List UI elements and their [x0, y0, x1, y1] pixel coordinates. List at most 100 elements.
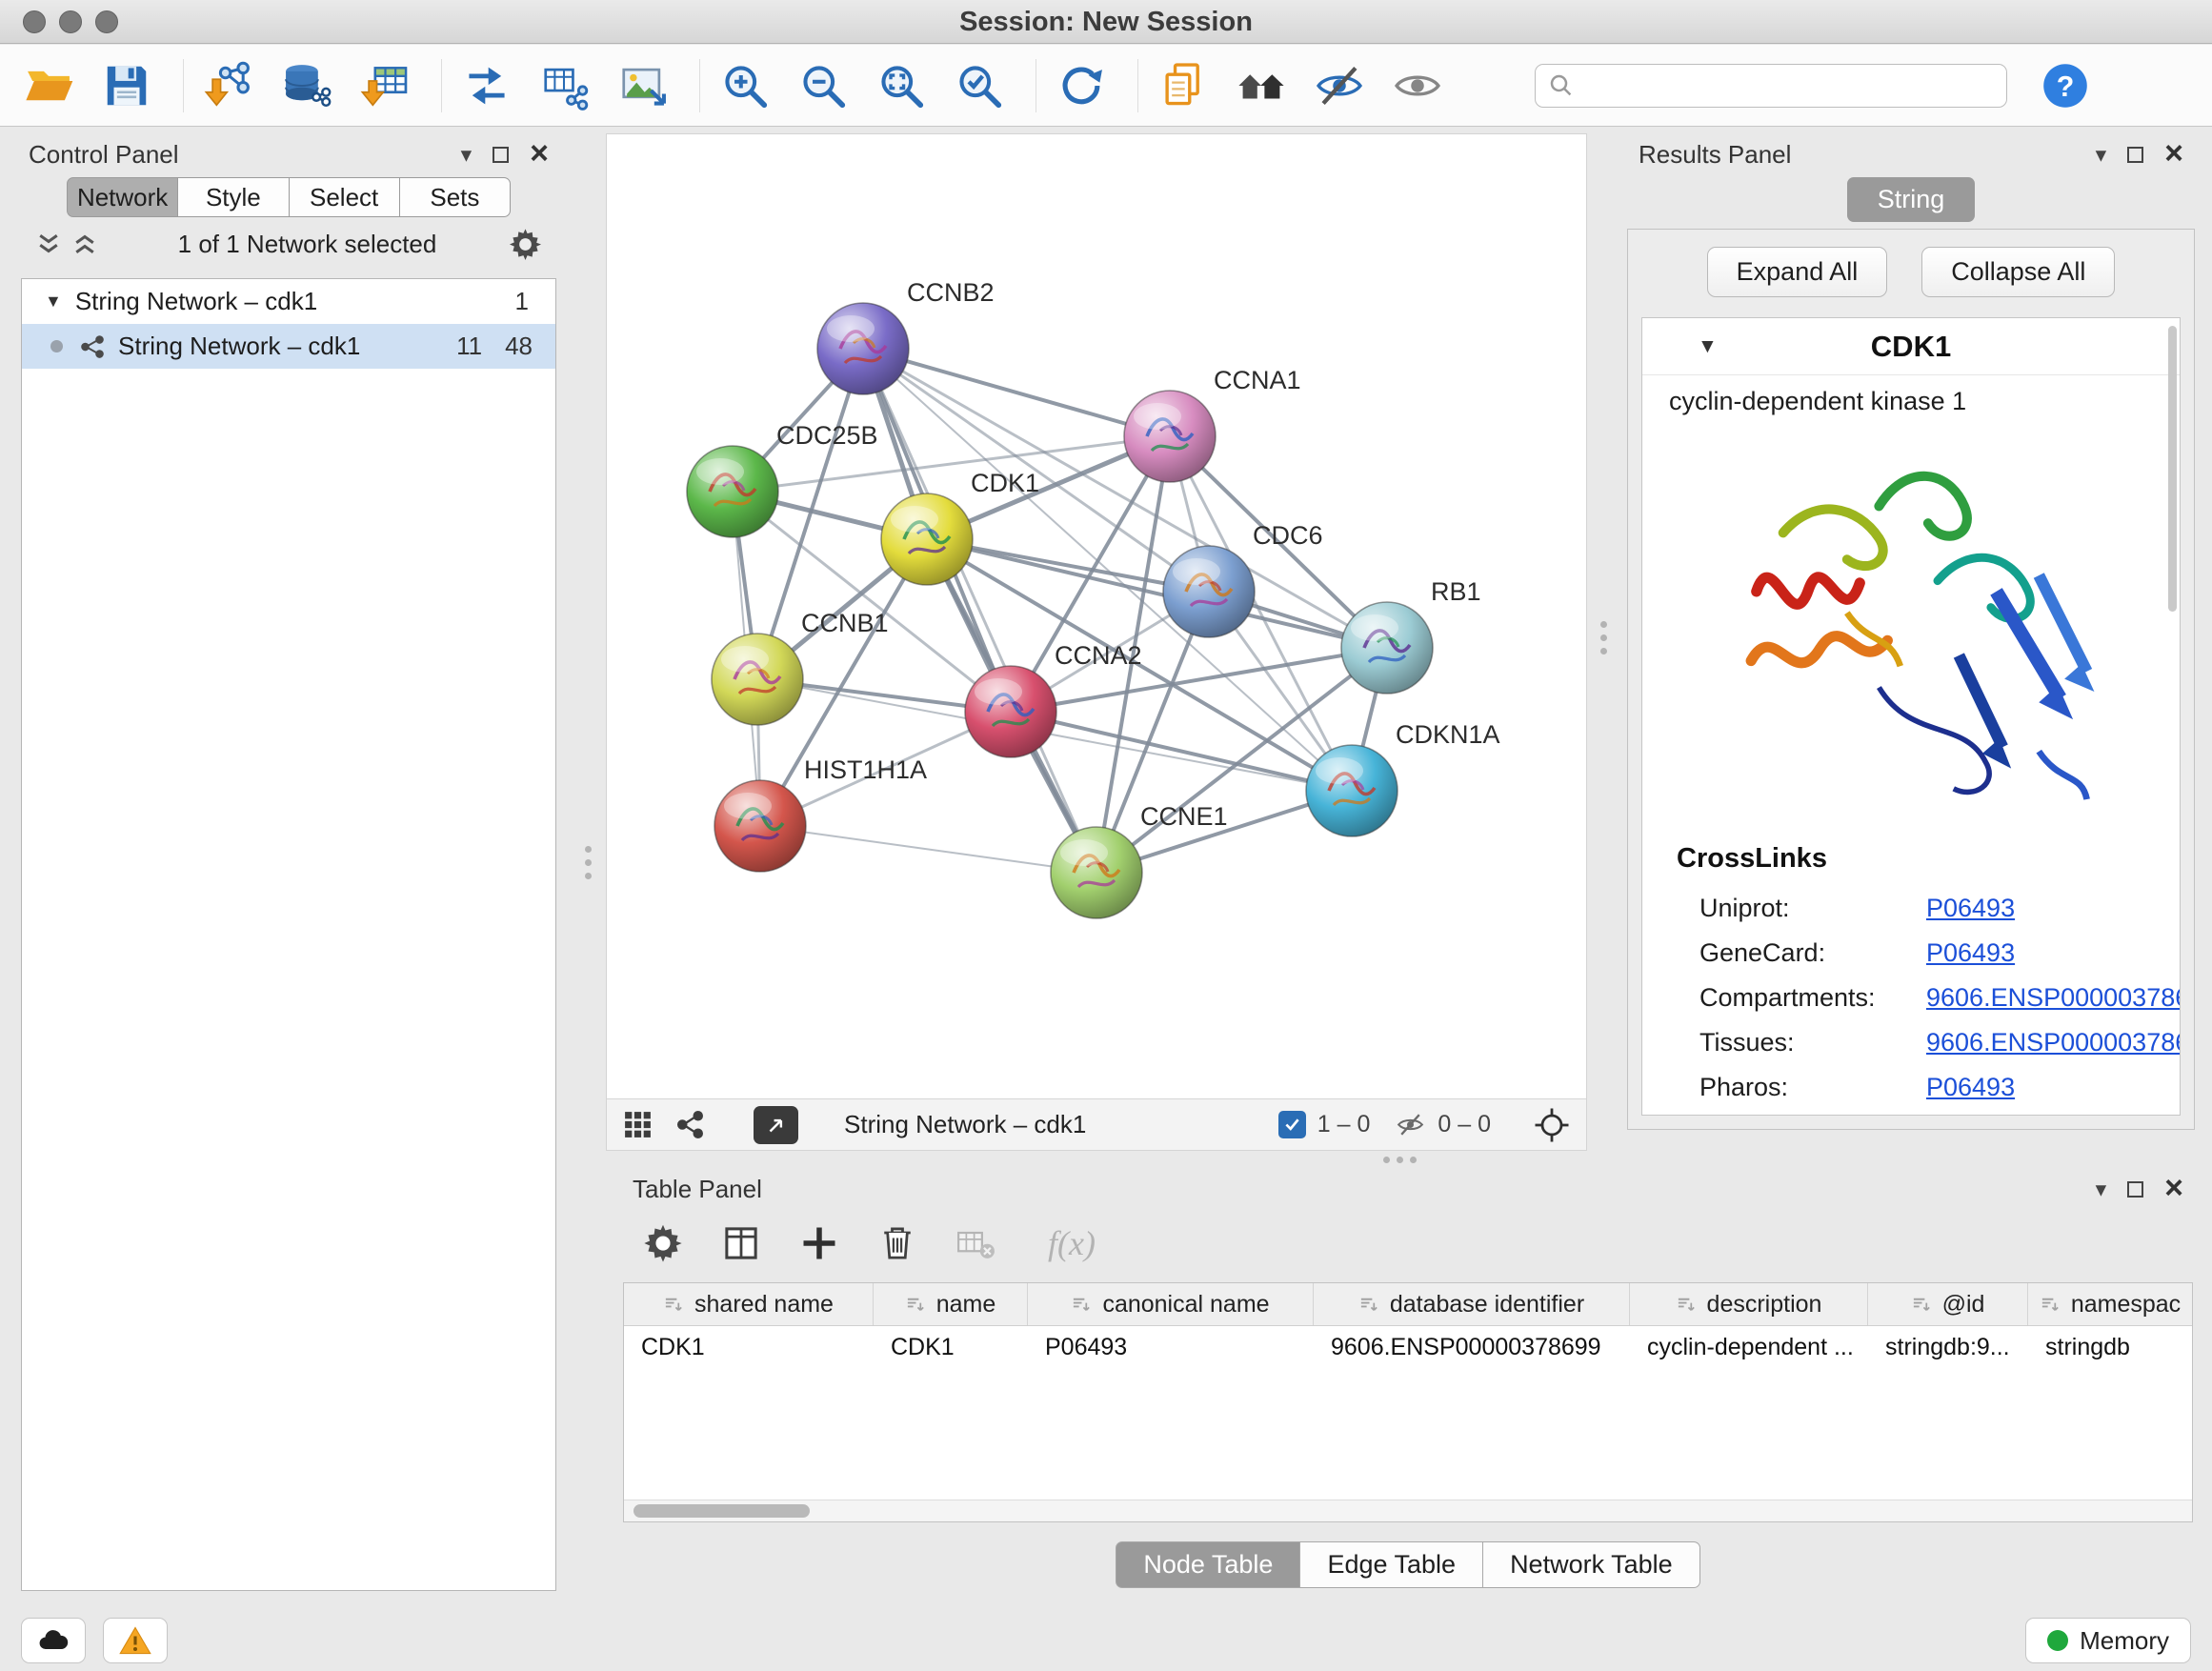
selected-checkbox-icon[interactable]	[1278, 1111, 1306, 1138]
grid-view-icon[interactable]	[622, 1109, 654, 1140]
network-from-table-button[interactable]	[537, 58, 593, 113]
tab-sets[interactable]: Sets	[400, 177, 511, 217]
tab-network[interactable]: Network	[67, 177, 178, 217]
panel-menu-icon[interactable]: ▾	[2096, 144, 2107, 166]
left-splitter[interactable]	[585, 846, 592, 879]
show-columns-icon[interactable]	[720, 1222, 762, 1264]
cell-name[interactable]: CDK1	[874, 1326, 1028, 1369]
show-graphics-button[interactable]	[1390, 58, 1445, 113]
column-header-namespace[interactable]: namespac	[2028, 1283, 2192, 1325]
horizontal-splitter[interactable]	[1383, 1157, 1417, 1163]
network-node-cdkn1a[interactable]: CDKN1A	[1306, 720, 1500, 836]
results-scrollbar[interactable]	[2168, 326, 2177, 612]
uniprot-link[interactable]: P06493	[1926, 894, 2015, 923]
zoom-fit-button[interactable]	[874, 58, 929, 113]
network-row[interactable]: String Network – cdk1 11 48	[22, 324, 555, 369]
cell-description[interactable]: cyclin-dependent ...	[1630, 1326, 1868, 1369]
network-node-cdk1[interactable]: CDK1	[881, 469, 1039, 585]
import-network-file-button[interactable]	[201, 58, 256, 113]
tab-node-table[interactable]: Node Table	[1116, 1541, 1300, 1588]
cell-namespace[interactable]: stringdb	[2028, 1326, 2192, 1369]
add-column-icon[interactable]	[798, 1222, 840, 1264]
panel-close-icon[interactable]: ×	[2164, 141, 2183, 167]
open-in-new-button[interactable]	[754, 1106, 798, 1144]
column-header-canonical-name[interactable]: canonical name	[1028, 1283, 1314, 1325]
birdseye-network-icon[interactable]	[674, 1109, 706, 1140]
tab-style[interactable]: Style	[178, 177, 289, 217]
cell-database-identifier[interactable]: 9606.ENSP00000378699	[1314, 1326, 1630, 1369]
collapse-all-icon[interactable]	[34, 230, 63, 258]
collapse-entry-icon[interactable]: ▼	[1698, 335, 1718, 358]
open-session-button[interactable]	[21, 58, 76, 113]
expand-all-icon[interactable]	[70, 230, 99, 258]
home-button[interactable]	[1234, 58, 1289, 113]
panel-menu-icon[interactable]: ▾	[461, 144, 473, 166]
panel-float-icon[interactable]	[2127, 1181, 2143, 1198]
expand-all-button[interactable]: Expand All	[1707, 247, 1888, 297]
edge-count: 48	[505, 332, 533, 361]
network-node-ccnb1[interactable]: CCNB1	[712, 609, 889, 725]
panel-float-icon[interactable]	[2127, 147, 2143, 163]
crosshair-icon[interactable]	[1533, 1106, 1571, 1144]
network-canvas[interactable]: CCNB2CCNA1CDC25BCDK1CDC6RB1CCNB1CCNA2CDK…	[607, 134, 1586, 1098]
delete-table-icon[interactable]	[955, 1222, 996, 1264]
search-input[interactable]	[1583, 70, 1995, 100]
tab-string[interactable]: String	[1847, 177, 1976, 222]
network-node-rb1[interactable]: RB1	[1341, 577, 1481, 694]
network-collection-row[interactable]: ▼ String Network – cdk1 1	[22, 279, 555, 324]
export-image-button[interactable]	[615, 58, 671, 113]
tissues-link[interactable]: 9606.ENSP00000378699	[1926, 1028, 2181, 1057]
current-network-dot	[50, 340, 63, 352]
panel-close-icon[interactable]: ×	[530, 141, 549, 167]
collapse-all-button[interactable]: Collapse All	[1921, 247, 2115, 297]
panel-float-icon[interactable]	[493, 147, 509, 163]
genecard-link[interactable]: P06493	[1926, 938, 2015, 968]
duplicate-document-button[interactable]	[1156, 58, 1211, 113]
gear-icon[interactable]	[508, 227, 543, 262]
warnings-button[interactable]	[103, 1618, 168, 1663]
horizontal-scrollbar[interactable]	[624, 1500, 2192, 1521]
import-table-file-button[interactable]	[357, 58, 412, 113]
function-builder-icon[interactable]: f(x)	[1048, 1223, 1096, 1263]
save-session-button[interactable]	[99, 58, 154, 113]
hide-graphics-button[interactable]	[1312, 58, 1367, 113]
search-field[interactable]	[1535, 64, 2007, 108]
node-count: 11	[456, 332, 482, 361]
memory-button[interactable]: Memory	[2025, 1618, 2191, 1663]
eye-slash-icon	[1314, 60, 1365, 111]
apply-layout-button[interactable]	[1054, 58, 1109, 113]
hidden-eye-icon[interactable]	[1395, 1109, 1426, 1140]
scrollbar-thumb[interactable]	[633, 1504, 810, 1518]
tab-edge-table[interactable]: Edge Table	[1300, 1541, 1483, 1588]
zoom-in-button[interactable]	[717, 58, 773, 113]
network-node-hist1h1a[interactable]: HIST1H1A	[714, 755, 927, 872]
zoom-out-button[interactable]	[795, 58, 851, 113]
table-settings-gear-icon[interactable]	[642, 1222, 684, 1264]
network-node-ccna2[interactable]: CCNA2	[965, 641, 1142, 757]
column-header-shared-name[interactable]: shared name	[624, 1283, 874, 1325]
cell-id[interactable]: stringdb:9...	[1868, 1326, 2028, 1369]
delete-column-icon[interactable]	[876, 1222, 918, 1264]
column-header-database-identifier[interactable]: database identifier	[1314, 1283, 1630, 1325]
panel-menu-icon[interactable]: ▾	[2096, 1178, 2107, 1200]
network-node-ccna1[interactable]: CCNA1	[1124, 366, 1301, 482]
column-header-id[interactable]: @id	[1868, 1283, 2028, 1325]
cloud-button[interactable]	[21, 1618, 86, 1663]
column-header-name[interactable]: name	[874, 1283, 1028, 1325]
right-splitter[interactable]	[1600, 621, 1607, 654]
cell-shared-name[interactable]: CDK1	[624, 1326, 874, 1369]
help-button[interactable]: ?	[2038, 58, 2093, 113]
tab-network-table[interactable]: Network Table	[1483, 1541, 1700, 1588]
network-node-ccne1[interactable]: CCNE1	[1051, 802, 1228, 918]
import-network-database-button[interactable]	[279, 58, 334, 113]
panel-close-icon[interactable]: ×	[2164, 1176, 2183, 1201]
column-header-description[interactable]: description	[1630, 1283, 1868, 1325]
clone-network-button[interactable]	[459, 58, 514, 113]
zoom-selected-button[interactable]	[952, 58, 1007, 113]
pharos-link[interactable]: P06493	[1926, 1073, 2015, 1102]
compartments-link[interactable]: 9606.ENSP00000378699	[1926, 983, 2181, 1013]
tab-select[interactable]: Select	[290, 177, 400, 217]
table-row[interactable]: CDK1 CDK1 P06493 9606.ENSP00000378699 cy…	[624, 1326, 2192, 1369]
expander-icon[interactable]: ▼	[45, 292, 62, 312]
cell-canonical-name[interactable]: P06493	[1028, 1326, 1314, 1369]
